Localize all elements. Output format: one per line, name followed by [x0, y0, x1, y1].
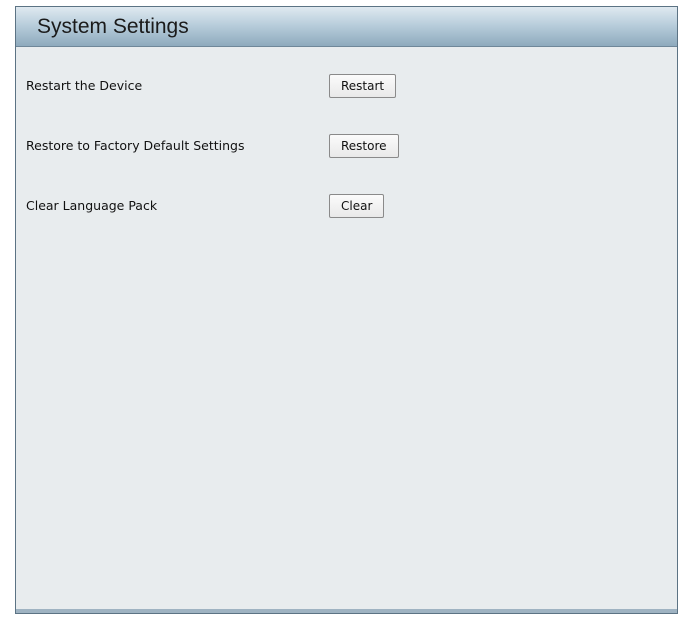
- restart-button[interactable]: Restart: [329, 74, 397, 98]
- clear-language-label: Clear Language Pack: [26, 198, 158, 213]
- clear-language-row: Clear Language Pack Clear: [26, 194, 667, 218]
- clear-button[interactable]: Clear: [329, 194, 385, 218]
- panel-header: System Settings: [16, 7, 677, 47]
- restore-label: Restore to Factory Default Settings: [26, 138, 245, 153]
- restore-row: Restore to Factory Default Settings Rest…: [26, 134, 667, 158]
- bottom-divider: [16, 609, 677, 613]
- panel-title: System Settings: [37, 15, 189, 38]
- restart-row: Restart the Device Restart: [26, 74, 667, 98]
- system-settings-panel: System Settings Restart the Device Resta…: [15, 6, 678, 614]
- restore-button[interactable]: Restore: [329, 134, 399, 158]
- restart-label: Restart the Device: [26, 78, 143, 93]
